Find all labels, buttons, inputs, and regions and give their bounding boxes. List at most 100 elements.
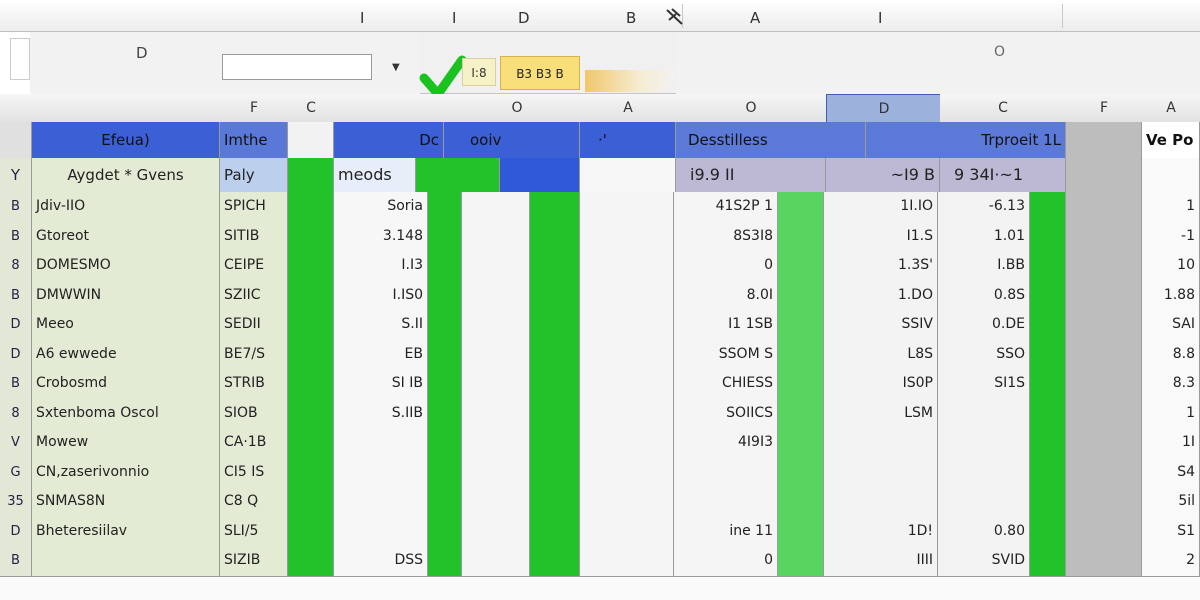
value-cell[interactable]	[674, 487, 778, 517]
sub-header-cell[interactable]: i9.9 II	[676, 158, 826, 192]
blank-cell[interactable]	[580, 158, 676, 192]
green-cell[interactable]	[288, 457, 334, 487]
blank-cell[interactable]	[462, 428, 530, 458]
green-cell[interactable]	[428, 339, 462, 369]
green-cell[interactable]	[530, 339, 580, 369]
value-cell[interactable]: 0.8S	[938, 280, 1030, 310]
name-cell[interactable]: Bheteresiilav	[32, 516, 220, 546]
name-cell[interactable]: Gtoreot	[32, 221, 220, 251]
blank-cell[interactable]	[462, 339, 530, 369]
green-cell[interactable]	[428, 546, 462, 576]
value-cell[interactable]	[824, 487, 938, 517]
green-cell[interactable]	[778, 428, 824, 458]
format-button[interactable]: I:8	[462, 58, 496, 86]
green-cell[interactable]	[428, 398, 462, 428]
value-cell[interactable]: I.BB	[938, 251, 1030, 281]
value-cell[interactable]: SVID	[938, 546, 1030, 576]
blank-cell[interactable]	[462, 457, 530, 487]
blue-cell[interactable]	[500, 158, 580, 192]
value-cell[interactable]: DSS	[334, 546, 428, 576]
blank-cell[interactable]	[462, 192, 530, 222]
green-cell[interactable]	[288, 280, 334, 310]
value-cell[interactable]: -6.13	[938, 192, 1030, 222]
value-cell[interactable]	[334, 428, 428, 458]
green-cell[interactable]	[1030, 457, 1066, 487]
green-cell[interactable]	[530, 280, 580, 310]
green-cell[interactable]	[1030, 398, 1066, 428]
value-cell[interactable]: S.IIB	[334, 398, 428, 428]
green-cell[interactable]	[530, 251, 580, 281]
blank-cell[interactable]	[462, 516, 530, 546]
row-number[interactable]: 8	[0, 251, 32, 281]
sub-header-cell[interactable]: ~I9 B	[826, 158, 940, 192]
green-cell[interactable]	[778, 251, 824, 281]
value-cell[interactable]: 1D!	[824, 516, 938, 546]
value-cell[interactable]: 8.8	[1142, 339, 1200, 369]
column-header[interactable]: F	[220, 94, 289, 122]
green-cell[interactable]	[530, 428, 580, 458]
green-cell[interactable]	[428, 457, 462, 487]
row-number[interactable]	[0, 122, 32, 158]
name-cell[interactable]: Sxtenboma Oscol	[32, 398, 220, 428]
value-cell[interactable]	[334, 516, 428, 546]
green-cell[interactable]	[1030, 428, 1066, 458]
row-number[interactable]: B	[0, 369, 32, 399]
name-cell[interactable]	[32, 546, 220, 576]
name-cell[interactable]: DMWWIN	[32, 280, 220, 310]
value-cell[interactable]: 1.01	[938, 221, 1030, 251]
sub-header-cell[interactable]: Paly	[220, 158, 288, 192]
green-cell[interactable]	[778, 398, 824, 428]
green-cell[interactable]	[288, 546, 334, 576]
blank-cell[interactable]	[580, 428, 674, 458]
value-cell[interactable]: SOIICS	[674, 398, 778, 428]
value-cell[interactable]: S.II	[334, 310, 428, 340]
green-cell[interactable]	[288, 158, 334, 192]
value-cell[interactable]: I1 1SB	[674, 310, 778, 340]
value-cell[interactable]: SAI	[1142, 310, 1200, 340]
value-cell[interactable]: S4	[1142, 457, 1200, 487]
name-box[interactable]: D	[30, 32, 217, 94]
value-cell[interactable]: 0.DE	[938, 310, 1030, 340]
value-cell[interactable]: EB	[334, 339, 428, 369]
blank-cell[interactable]	[580, 546, 674, 576]
green-cell[interactable]	[778, 516, 824, 546]
name-cell[interactable]: Jdiv-IIO	[32, 192, 220, 222]
value-cell[interactable]: L8S	[824, 339, 938, 369]
green-cell[interactable]	[1030, 251, 1066, 281]
code-cell[interactable]: SLI/5	[220, 516, 288, 546]
header-cell[interactable]: ·'	[580, 122, 676, 158]
green-cell[interactable]	[1030, 221, 1066, 251]
value-cell[interactable]: ine 11	[674, 516, 778, 546]
header-cell[interactable]: Trproeit 1L	[866, 122, 1066, 158]
green-cell[interactable]	[1030, 487, 1066, 517]
value-cell[interactable]: SSIV	[824, 310, 938, 340]
green-cell[interactable]	[530, 487, 580, 517]
header-cell[interactable]: Imthe	[220, 122, 288, 158]
chevron-down-icon[interactable]: ▼	[392, 62, 400, 73]
value-cell[interactable]	[938, 487, 1030, 517]
green-cell[interactable]	[428, 310, 462, 340]
code-cell[interactable]: SIZIB	[220, 546, 288, 576]
value-cell[interactable]: 5il	[1142, 487, 1200, 517]
blank-cell[interactable]	[580, 369, 674, 399]
green-cell[interactable]	[288, 192, 334, 222]
sub-header-cell[interactable]: meods	[334, 158, 416, 192]
code-cell[interactable]: CA·1B	[220, 428, 288, 458]
blank-cell[interactable]	[462, 251, 530, 281]
name-cell[interactable]: Mowew	[32, 428, 220, 458]
row-number[interactable]: G	[0, 457, 32, 487]
green-cell[interactable]	[778, 280, 824, 310]
green-cell[interactable]	[1030, 516, 1066, 546]
green-cell[interactable]	[1030, 546, 1066, 576]
green-cell[interactable]	[778, 369, 824, 399]
header-cell[interactable]: Desstilless	[676, 122, 866, 158]
value-cell[interactable]: 8S3I8	[674, 221, 778, 251]
blank-cell[interactable]	[580, 192, 674, 222]
name-cell[interactable]: Crobosmd	[32, 369, 220, 399]
code-cell[interactable]: C8 Q	[220, 487, 288, 517]
value-cell[interactable]: SI IB	[334, 369, 428, 399]
row-number[interactable]: B	[0, 192, 32, 222]
value-cell[interactable]: CHIESS	[674, 369, 778, 399]
green-cell[interactable]	[530, 192, 580, 222]
green-cell[interactable]	[1030, 192, 1066, 222]
